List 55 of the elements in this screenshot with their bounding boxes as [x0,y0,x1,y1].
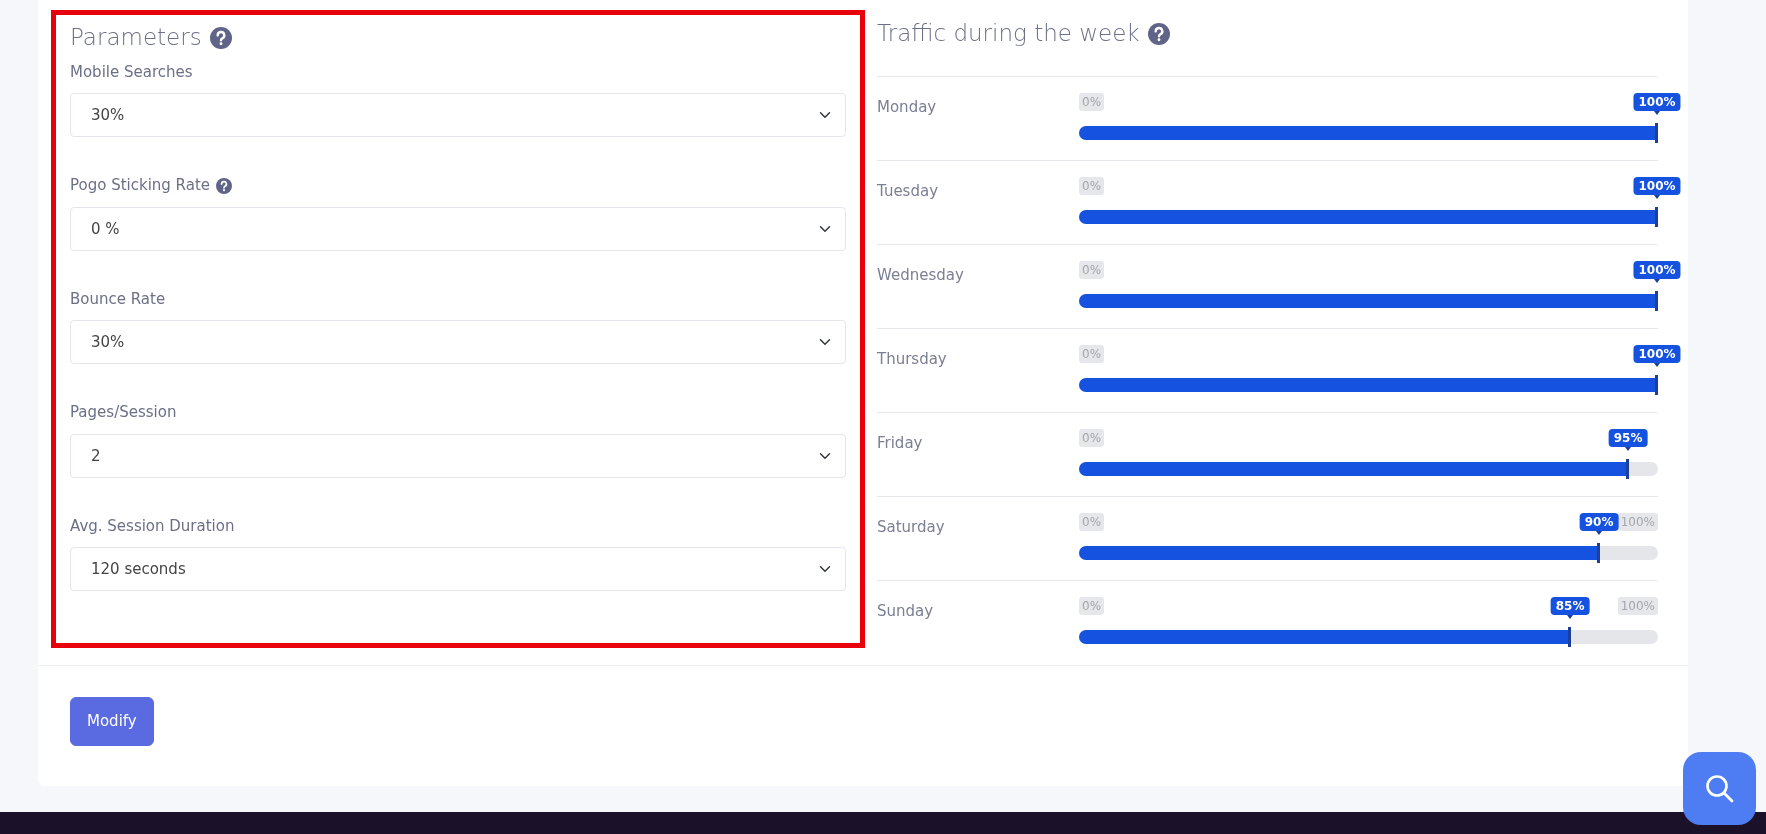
min-label: 0% [1079,596,1105,615]
select-field[interactable]: 2 [70,433,846,478]
modify-button[interactable]: Modify [70,697,154,746]
select-field[interactable]: 30% [70,93,846,138]
slider-handle[interactable] [1655,374,1658,395]
slider-handle[interactable] [1626,458,1630,479]
max-label: 100% [1617,512,1658,531]
slider-handle[interactable] [1655,122,1658,143]
day-label: Friday [877,432,924,454]
min-label: 0% [1079,428,1105,447]
max-label: 100% [1617,596,1658,615]
field-label: Pages/Session [70,402,177,424]
min-label: 0% [1079,92,1105,111]
min-label: 0% [1079,344,1105,363]
value-badge: 100% [1633,344,1681,363]
field-label: Pogo Sticking Rate [70,175,211,197]
caret-icon [1625,446,1632,451]
value-badge: 95% [1608,428,1648,447]
select-field[interactable]: 0 % [70,206,846,251]
select-field[interactable]: 30% [70,320,846,365]
caret-icon [1596,530,1603,535]
help-icon[interactable] [1147,22,1170,45]
caret-icon [1654,110,1660,115]
day-label: Thursday [877,348,948,370]
value-badge: 100% [1633,176,1681,195]
select-field[interactable]: 120 seconds [70,547,846,592]
slider-handle[interactable] [1655,206,1658,227]
slider-handle[interactable] [1568,626,1572,647]
search-icon [1703,772,1736,805]
slider-handle[interactable] [1655,290,1658,311]
day-label: Tuesday [877,180,940,202]
value-badge: 90% [1579,512,1619,531]
day-label: Wednesday [877,264,965,286]
caret-icon [1654,194,1660,199]
search-button[interactable] [1683,752,1756,825]
field-label: Mobile Searches [70,61,193,83]
day-label: Saturday [877,516,946,538]
min-label: 0% [1079,512,1105,531]
value-badge: 85% [1550,596,1590,615]
panel-title: Parameters [70,23,202,52]
min-label: 0% [1079,176,1105,195]
field-label: Avg. Session Duration [70,515,235,537]
caret-icon [1654,362,1660,367]
help-icon[interactable] [209,26,232,49]
day-label: Monday [877,96,938,118]
slider-handle[interactable] [1597,542,1601,563]
value-badge: 100% [1633,260,1681,279]
panel-title: Traffic during the week [877,19,1140,48]
min-label: 0% [1079,260,1105,279]
field-label: Bounce Rate [70,288,166,310]
help-icon[interactable] [216,177,233,194]
caret-icon [1567,614,1574,619]
day-label: Sunday [877,600,935,622]
value-badge: 100% [1633,92,1681,111]
caret-icon [1654,278,1660,283]
